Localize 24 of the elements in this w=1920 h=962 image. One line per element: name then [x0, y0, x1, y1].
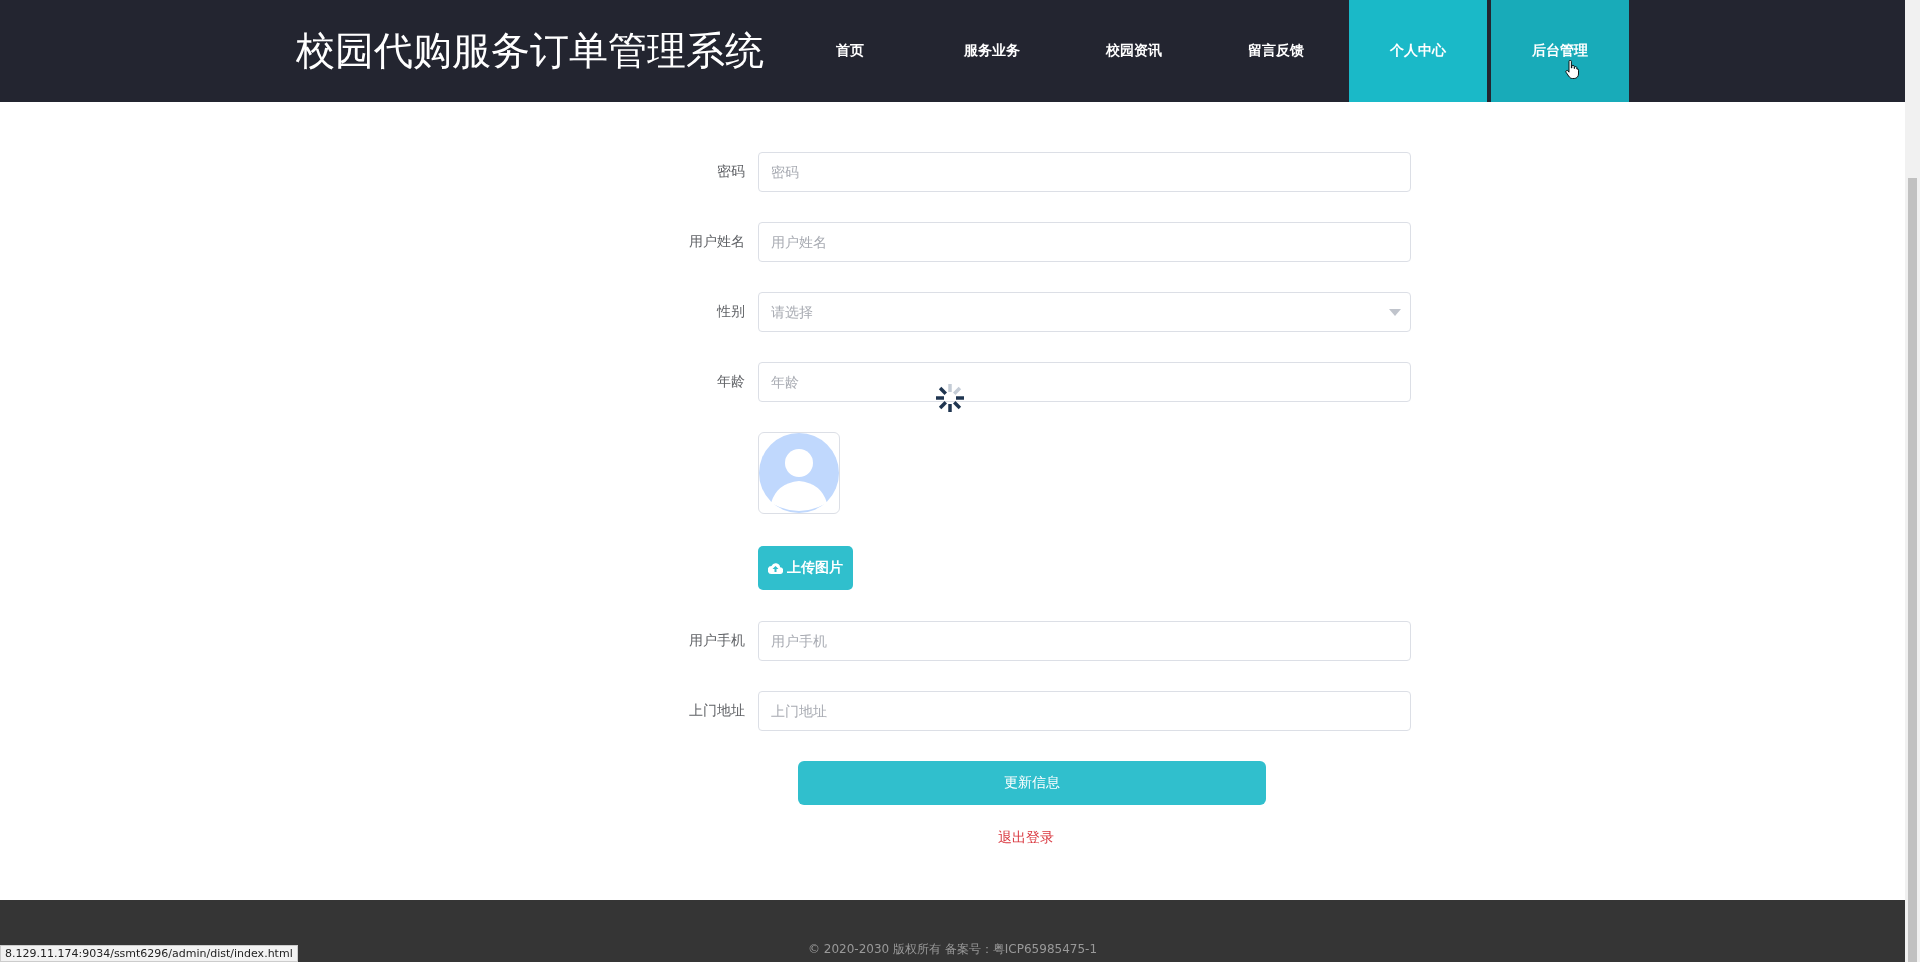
- field-label: 年龄: [716, 373, 746, 391]
- nav-item[interactable]: 校园资讯: [1065, 0, 1203, 102]
- status-url: 8.129.11.174:9034/ssmt6296/admin/dist/index.html: [0, 945, 298, 962]
- logout-link[interactable]: 退出登录: [998, 829, 1054, 847]
- input-field[interactable]: 年龄: [758, 362, 1411, 402]
- nav-item[interactable]: 首页: [781, 0, 919, 102]
- input-field[interactable]: 用户姓名: [758, 222, 1411, 262]
- nav-item[interactable]: 后台管理: [1491, 0, 1629, 102]
- field-label: 上门地址: [688, 702, 746, 720]
- field-label: 性别: [715, 303, 746, 321]
- field-label: 用户手机: [688, 632, 746, 650]
- cloud-upload-icon: [768, 562, 783, 574]
- field-label: 用户姓名: [688, 233, 746, 251]
- site-title: 校园代购服务订单管理系统: [296, 27, 765, 75]
- select-field[interactable]: 请选择: [758, 292, 1411, 332]
- field-label: 密码: [716, 163, 746, 181]
- nav-item[interactable]: 留言反馈: [1207, 0, 1345, 102]
- copyright-text: © 2020-2030 版权所有 备案号：粤ICP65985475-1: [807, 941, 1098, 958]
- input-field[interactable]: 用户手机: [758, 621, 1411, 661]
- nav-item[interactable]: 服务业务: [923, 0, 1061, 102]
- scrollbar[interactable]: [1905, 0, 1920, 962]
- input-field[interactable]: 密码: [758, 152, 1411, 192]
- caret-icon: [1389, 309, 1401, 316]
- input-field[interactable]: 上门地址: [758, 691, 1411, 731]
